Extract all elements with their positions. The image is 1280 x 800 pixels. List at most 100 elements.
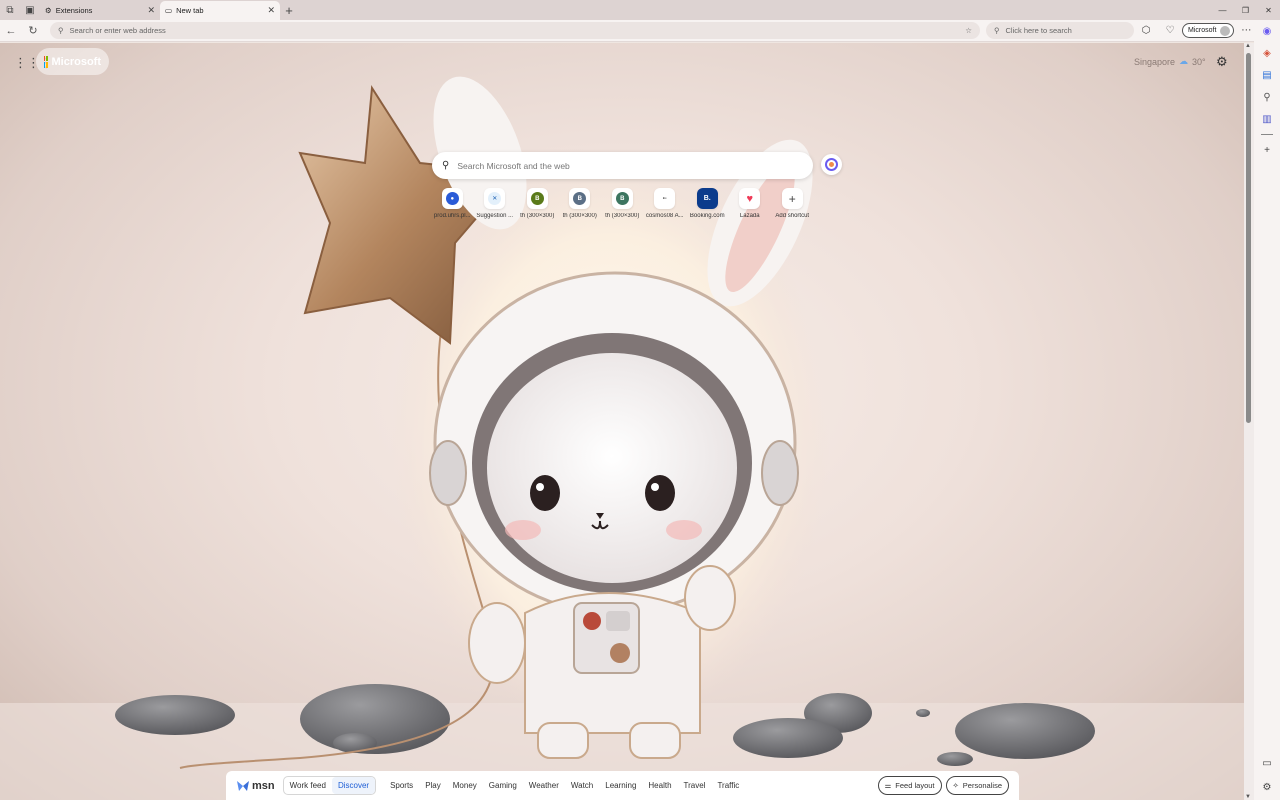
favorite-star-icon[interactable]: ☆ bbox=[965, 26, 972, 35]
extensions-icon[interactable]: ⬡ bbox=[1134, 25, 1158, 36]
shortcut-icon-box: ✕ bbox=[484, 188, 506, 209]
sidebar-bottom: ▭ ⚙ bbox=[1260, 756, 1274, 794]
shortcut-tile[interactable]: B. Booking.com bbox=[686, 188, 729, 219]
toolbar-search-box[interactable]: ⚲ Click here to search bbox=[986, 22, 1134, 39]
shortcut-label: Add shortcut bbox=[775, 213, 810, 219]
feed-layout-button[interactable]: ⚌ Feed layout bbox=[877, 776, 942, 795]
weather-temperature: 30° bbox=[1192, 56, 1206, 67]
tab-extensions[interactable]: ⚙ Extensions ✕ bbox=[40, 1, 160, 20]
hide-sidebar-icon[interactable]: ▭ bbox=[1260, 756, 1274, 770]
weather-location: Singapore bbox=[1134, 56, 1176, 67]
shortcut-icon-box: + bbox=[781, 188, 803, 209]
category-sports[interactable]: Sports bbox=[384, 781, 419, 790]
add-sidebar-app-icon[interactable]: + bbox=[1260, 143, 1274, 157]
plus-icon: + bbox=[788, 191, 796, 206]
shortcut-label: prod.uhrs.pl... bbox=[433, 213, 471, 219]
shortcut-icon-box: B bbox=[569, 188, 591, 209]
shortcut-icon-box: B. bbox=[696, 188, 718, 209]
browser-essentials-icon[interactable]: ♡ bbox=[1158, 25, 1182, 36]
letter-b-icon: B bbox=[530, 192, 544, 205]
personalise-button[interactable]: ✧ Personalise bbox=[945, 776, 1009, 795]
page-scrollbar[interactable]: ▲ ▼ bbox=[1244, 43, 1254, 800]
teams-icon[interactable]: ▥ bbox=[1260, 112, 1274, 126]
copilot-icon bbox=[825, 158, 838, 171]
tab-discover[interactable]: Discover bbox=[331, 777, 376, 794]
category-learning[interactable]: Learning bbox=[599, 781, 642, 790]
shortcut-tile[interactable]: ● prod.uhrs.pl... bbox=[431, 188, 474, 219]
sidebar-settings-icon[interactable]: ⚙ bbox=[1260, 780, 1274, 794]
profile-label: Microsoft bbox=[1188, 27, 1217, 34]
shortcut-icon-box: B bbox=[526, 188, 548, 209]
scroll-down-arrow-icon[interactable]: ▼ bbox=[1245, 794, 1251, 800]
shortcut-label: th (300×300) bbox=[605, 213, 640, 219]
shortcut-icon-box: •‑ bbox=[654, 188, 676, 209]
search-icon: ⚲ bbox=[994, 26, 1000, 35]
msn-logo[interactable]: msn bbox=[236, 780, 275, 792]
minimize-button[interactable]: — bbox=[1211, 6, 1234, 15]
weather-widget[interactable]: Singapore ☁ 30° bbox=[1134, 56, 1206, 67]
shortcut-tile[interactable]: •‑ cosmos08 A... bbox=[644, 188, 687, 219]
profile-button[interactable]: Microsoft bbox=[1182, 23, 1235, 38]
address-bar[interactable]: ⚲ Search or enter web address ☆ bbox=[50, 22, 980, 39]
category-travel[interactable]: Travel bbox=[678, 781, 712, 790]
category-watch[interactable]: Watch bbox=[565, 781, 599, 790]
shortcut-tile[interactable]: B th (300×300) bbox=[601, 188, 644, 219]
lazada-heart-icon: ♥ bbox=[746, 192, 754, 205]
refresh-button[interactable]: ↻ bbox=[22, 24, 44, 37]
translate-icon[interactable]: ▤ bbox=[1260, 68, 1274, 82]
close-tab-icon[interactable]: ✕ bbox=[267, 5, 275, 16]
sliders-icon: ⚌ bbox=[884, 781, 892, 790]
close-tab-icon[interactable]: ✕ bbox=[147, 5, 155, 16]
web-search-box[interactable]: ⚲ Search Microsoft and the web bbox=[432, 152, 813, 179]
category-health[interactable]: Health bbox=[642, 781, 677, 790]
copilot-button[interactable] bbox=[821, 154, 842, 175]
shortcut-tile[interactable]: ✕ Suggestion ... bbox=[474, 188, 517, 219]
shortcut-label: th (300×300) bbox=[520, 213, 555, 219]
back-button[interactable]: ← bbox=[0, 25, 22, 37]
cosmos-icon: •‑ bbox=[662, 195, 667, 202]
tab-strip: ⧉ ▣ ⚙ Extensions ✕ ▭ New tab ✕ + — ❐ ✕ bbox=[0, 0, 1280, 20]
shortcut-label: cosmos08 A... bbox=[645, 213, 684, 219]
shortcut-tile[interactable]: B th (300×300) bbox=[559, 188, 602, 219]
tab-work-feed[interactable]: Work feed bbox=[284, 781, 332, 790]
search-icon: ⚲ bbox=[58, 26, 64, 35]
category-weather[interactable]: Weather bbox=[523, 781, 565, 790]
copilot-icon[interactable]: ◉ bbox=[1260, 24, 1274, 38]
restore-button[interactable]: ❐ bbox=[1234, 6, 1257, 15]
category-play[interactable]: Play bbox=[419, 781, 447, 790]
window-controls: — ❐ ✕ bbox=[1211, 6, 1280, 15]
shortcut-label: Lazada bbox=[739, 213, 760, 219]
personalise-label: Personalise bbox=[962, 781, 1002, 790]
shopping-icon[interactable]: ◈ bbox=[1260, 46, 1274, 60]
tab-label: New tab bbox=[176, 6, 204, 15]
msn-label: msn bbox=[252, 779, 275, 792]
add-shortcut-button[interactable]: + Add shortcut bbox=[771, 188, 814, 219]
msn-butterfly-icon bbox=[237, 780, 249, 791]
category-traffic[interactable]: Traffic bbox=[711, 781, 745, 790]
navigation-toolbar: ← ↻ ⚲ Search or enter web address ☆ ⚲ Cl… bbox=[0, 20, 1280, 42]
scroll-thumb[interactable] bbox=[1246, 53, 1251, 423]
feed-tab-group: Work feed Discover bbox=[282, 776, 377, 795]
shortcut-label: Suggestion ... bbox=[476, 213, 514, 219]
letter-b-icon: B bbox=[573, 192, 587, 205]
shortcut-tile[interactable]: ♥ Lazada bbox=[729, 188, 772, 219]
search-placeholder: Click here to search bbox=[1005, 26, 1072, 35]
category-money[interactable]: Money bbox=[447, 781, 483, 790]
edge-sidebar: ◉ ◈ ▤ ⚲ ▥ + ▭ ⚙ bbox=[1254, 20, 1280, 800]
microsoft-logo-button[interactable]: Microsoft bbox=[36, 48, 109, 75]
shortcut-tile[interactable]: B th (300×300) bbox=[516, 188, 559, 219]
category-gaming[interactable]: Gaming bbox=[483, 781, 523, 790]
search-icon[interactable]: ⚲ bbox=[1260, 90, 1274, 104]
scroll-up-arrow-icon[interactable]: ▲ bbox=[1245, 43, 1251, 49]
tab-new-tab[interactable]: ▭ New tab ✕ bbox=[160, 1, 280, 20]
suggestion-icon: ✕ bbox=[488, 192, 502, 205]
microsoft-logo-icon bbox=[44, 55, 48, 68]
new-tab-button[interactable]: + bbox=[280, 3, 298, 18]
close-window-button[interactable]: ✕ bbox=[1257, 6, 1280, 15]
web-search-placeholder: Search Microsoft and the web bbox=[457, 160, 570, 171]
letter-b-icon: B bbox=[615, 192, 629, 205]
vertical-tabs-icon[interactable]: ▣ bbox=[20, 0, 40, 20]
avatar bbox=[1220, 25, 1231, 36]
page-settings-icon[interactable]: ⚙ bbox=[1216, 54, 1228, 70]
workspaces-icon[interactable]: ⧉ bbox=[0, 0, 20, 20]
